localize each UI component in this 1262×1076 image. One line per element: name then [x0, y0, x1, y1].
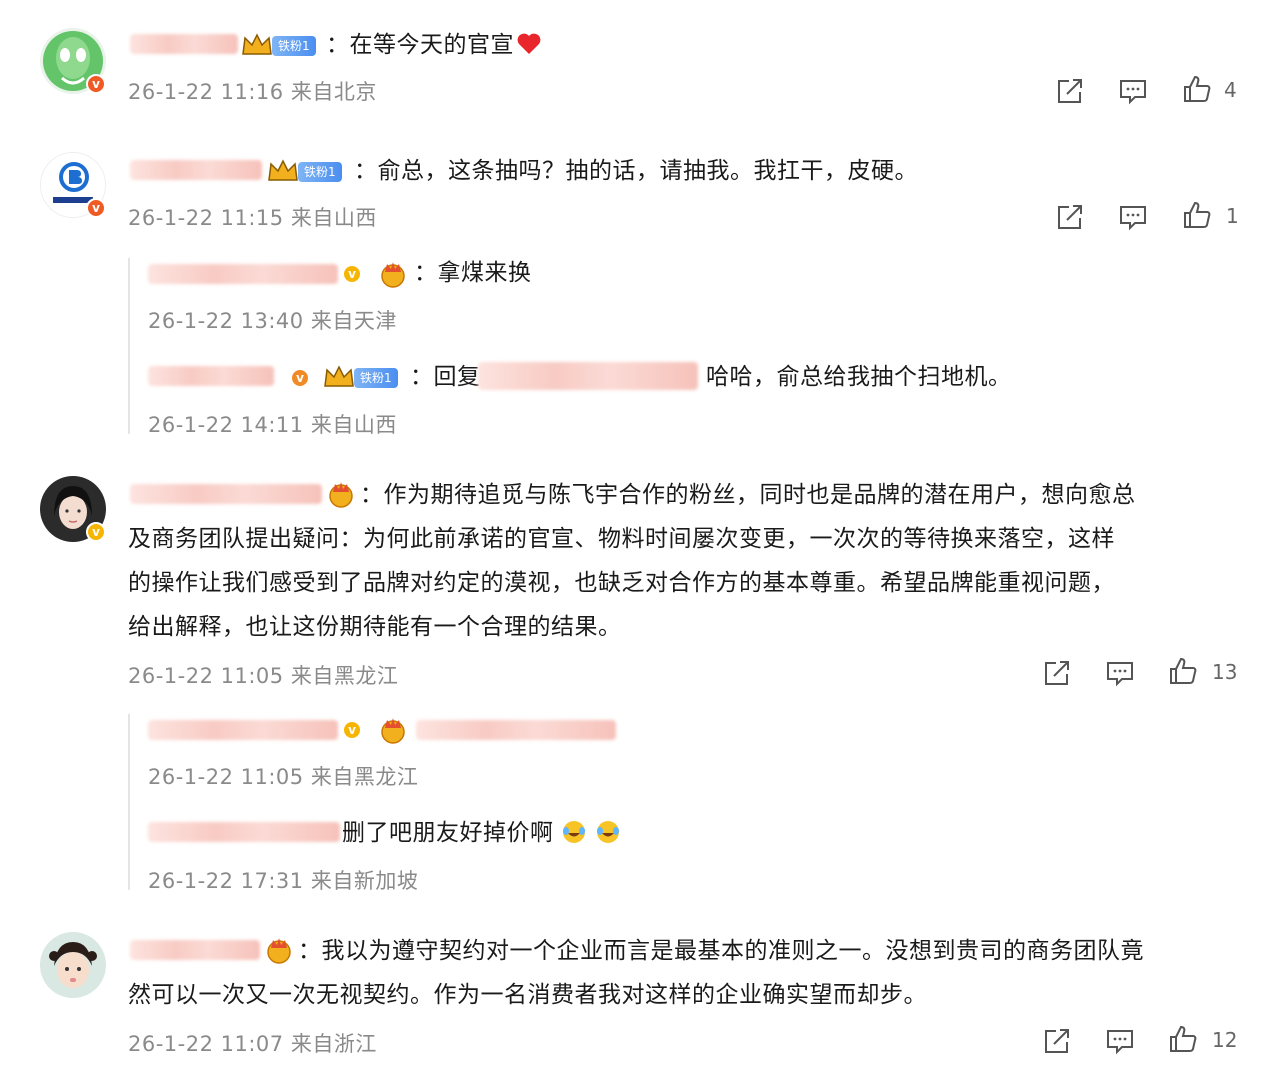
comment-icon[interactable] [1118, 76, 1148, 106]
comment-text-line-2: 及商务团队提出疑问：为何此前承诺的官宣、物料时间屡次变更，一次次的等待换来落空，… [128, 526, 1115, 552]
timestamp: 26-1-22 13:40 [148, 309, 304, 333]
timestamp-row: 26-1-22 11:07 来自浙江 [128, 1028, 377, 1058]
username-blurred[interactable] [130, 484, 322, 504]
reply-prefix: ：回复 [410, 364, 481, 390]
timestamp-row: 26-1-22 11:15 来自山西 [128, 202, 377, 232]
username-blurred[interactable] [130, 34, 238, 54]
comment-text-line-1: ：我以为遵守契约对一个企业而言是最基本的准则之一。没想到贵司的商务团队竟 [298, 938, 1144, 964]
comment-text-line-1: ：作为期待追觅与陈飞宇合作的粉丝，同时也是品牌的潜在用户，想向愈总 [360, 482, 1136, 508]
separator: ： [410, 364, 434, 390]
username-blurred[interactable] [130, 940, 260, 960]
username-blurred[interactable] [148, 720, 338, 740]
verified-badge-icon: v [86, 74, 106, 94]
verified-badge-icon: v [342, 720, 362, 740]
heart-icon [517, 33, 541, 54]
timestamp: 26-1-22 11:07 [128, 1032, 284, 1056]
timestamp: 26-1-22 11:05 [128, 664, 284, 688]
comment-text-line-4: 给出解释，也让这份期待能有一个合理的结果。 [128, 614, 622, 640]
separator: ： [354, 158, 378, 184]
comment-icon[interactable] [1105, 1026, 1135, 1056]
comment-text-line-3: 的操作让我们感受到了品牌对约定的漠视，也缺乏对合作方的基本尊重。希望品牌能重视问… [128, 570, 1115, 596]
share-icon[interactable] [1055, 76, 1085, 106]
crown-icon [324, 365, 354, 387]
like-count: 13 [1212, 660, 1238, 684]
crown-icon [268, 159, 298, 181]
timestamp: 26-1-22 11:16 [128, 80, 284, 104]
reply-thread-line [128, 258, 130, 434]
comment-text: ：在等今天的官宣 [326, 23, 542, 67]
like-count: 1 [1226, 204, 1239, 228]
verified-badge-icon: v [86, 198, 106, 218]
timestamp: 26-1-22 14:11 [148, 413, 304, 437]
like-count: 12 [1212, 1028, 1238, 1052]
verified-badge-icon: v [86, 522, 106, 542]
like-icon[interactable] [1168, 1024, 1198, 1054]
location: 来自山西 [310, 413, 397, 437]
comment-icon[interactable] [1105, 658, 1135, 688]
reply-text-blurred [416, 720, 616, 740]
location: 来自北京 [290, 80, 377, 104]
location: 来自黑龙江 [290, 664, 399, 688]
verified-badge-icon: v [290, 368, 310, 388]
crown-medal-icon [381, 718, 405, 744]
mentioned-username-blurred[interactable] [478, 362, 698, 390]
timestamp-row: 26-1-22 17:31 来自新加坡 [148, 865, 418, 895]
reply-text: 哈哈，俞总给我抽个扫地机。 [706, 364, 1012, 390]
timestamp: 26-1-22 17:31 [148, 869, 304, 893]
location: 来自新加坡 [310, 869, 419, 893]
separator: ： [298, 938, 322, 964]
fan-badge: 铁粉1 [354, 368, 398, 388]
crown-icon [242, 33, 272, 55]
timestamp-row: 26-1-22 14:11 来自山西 [148, 409, 397, 439]
fan-badge: 铁粉1 [272, 36, 316, 56]
reply-text: 删了吧朋友好掉价啊 [342, 811, 621, 855]
crown-medal-icon [267, 938, 291, 964]
location: 来自黑龙江 [310, 765, 419, 789]
timestamp-row: 26-1-22 13:40 来自天津 [148, 305, 397, 335]
username-blurred[interactable] [148, 822, 340, 842]
location: 来自山西 [290, 206, 377, 230]
separator: ： [414, 260, 438, 286]
separator: ： [360, 482, 384, 508]
location: 来自浙江 [290, 1032, 377, 1056]
username-blurred[interactable] [148, 366, 274, 386]
timestamp-row: 26-1-22 11:05 来自黑龙江 [128, 660, 398, 690]
laugh-cry-emoji-icon [563, 820, 586, 843]
avatar[interactable] [40, 932, 106, 998]
timestamp: 26-1-22 11:15 [128, 206, 284, 230]
crown-medal-icon [381, 262, 405, 288]
reply-text: ：拿煤来换 [414, 260, 532, 286]
separator: ： [326, 32, 350, 58]
username-blurred[interactable] [148, 264, 338, 284]
verified-badge-icon: v [342, 264, 362, 284]
like-count: 4 [1224, 78, 1237, 102]
comment-text: ：俞总，这条抽吗？抽的话，请抽我。我扛干，皮硬。 [354, 158, 918, 184]
child-portrait-avatar-icon [40, 932, 106, 998]
fan-badge: 铁粉1 [298, 162, 342, 182]
timestamp-row: 26-1-22 11:05 来自黑龙江 [148, 761, 418, 791]
location: 来自天津 [310, 309, 397, 333]
like-icon[interactable] [1168, 656, 1198, 686]
laugh-cry-emoji-icon [597, 820, 620, 843]
timestamp: 26-1-22 11:05 [148, 765, 304, 789]
timestamp-row: 26-1-22 11:16 来自北京 [128, 76, 377, 106]
share-icon[interactable] [1055, 202, 1085, 232]
crown-medal-icon [329, 482, 353, 508]
reply-thread-line [128, 714, 130, 890]
username-blurred[interactable] [130, 160, 262, 180]
comment-text-line-2: 然可以一次又一次无视契约。作为一名消费者我对这样的企业确实望而却步。 [128, 982, 927, 1008]
like-icon[interactable] [1182, 200, 1212, 230]
comment-icon[interactable] [1118, 202, 1148, 232]
like-icon[interactable] [1182, 74, 1212, 104]
share-icon[interactable] [1042, 1026, 1072, 1056]
share-icon[interactable] [1042, 658, 1072, 688]
